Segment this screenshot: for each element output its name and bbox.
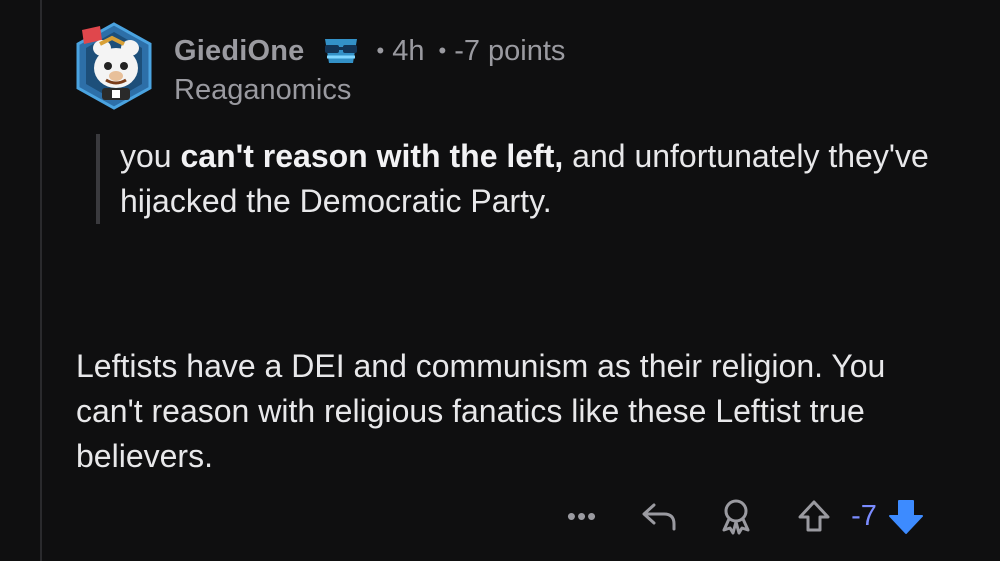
thread-line[interactable] [40,0,42,561]
more-options-button[interactable]: ••• [560,494,604,538]
award-icon [722,499,750,535]
comment-time: 4h [392,34,425,67]
comment-points: -7 points [454,34,566,67]
username-link[interactable]: GiediOne [174,35,305,68]
vote-score: -7 [851,499,877,532]
comment-body: Leftists have a DEI and communism as the… [76,348,886,474]
comment-page: GiediOne • 4h • -7 points Reaganomics yo… [0,0,1000,561]
quote-bold-text: can't reason with the left, [180,138,564,174]
quote-text-start: you [120,138,181,174]
upvote-arrow-icon [798,500,830,532]
sunglasses-badge-icon [319,33,363,69]
downvote-button[interactable] [884,494,928,538]
user-avatar[interactable] [72,18,156,114]
comment-header: GiediOne • 4h • -7 points Reaganomics [174,30,565,110]
award-button[interactable] [714,494,758,538]
separator-dot: • [376,38,385,63]
user-flair: Reaganomics [174,74,352,106]
quoted-text: you can't reason with the left, and unfo… [96,134,980,224]
comment-action-bar: ••• -7 [560,494,928,538]
upvote-button[interactable] [792,494,836,538]
reply-icon [642,503,676,531]
downvote-arrow-icon [889,500,923,534]
reply-button[interactable] [638,494,682,538]
header-row: GiediOne • 4h • -7 points [174,30,565,72]
separator-dot: • [438,38,447,63]
avatar-icon [76,22,152,110]
